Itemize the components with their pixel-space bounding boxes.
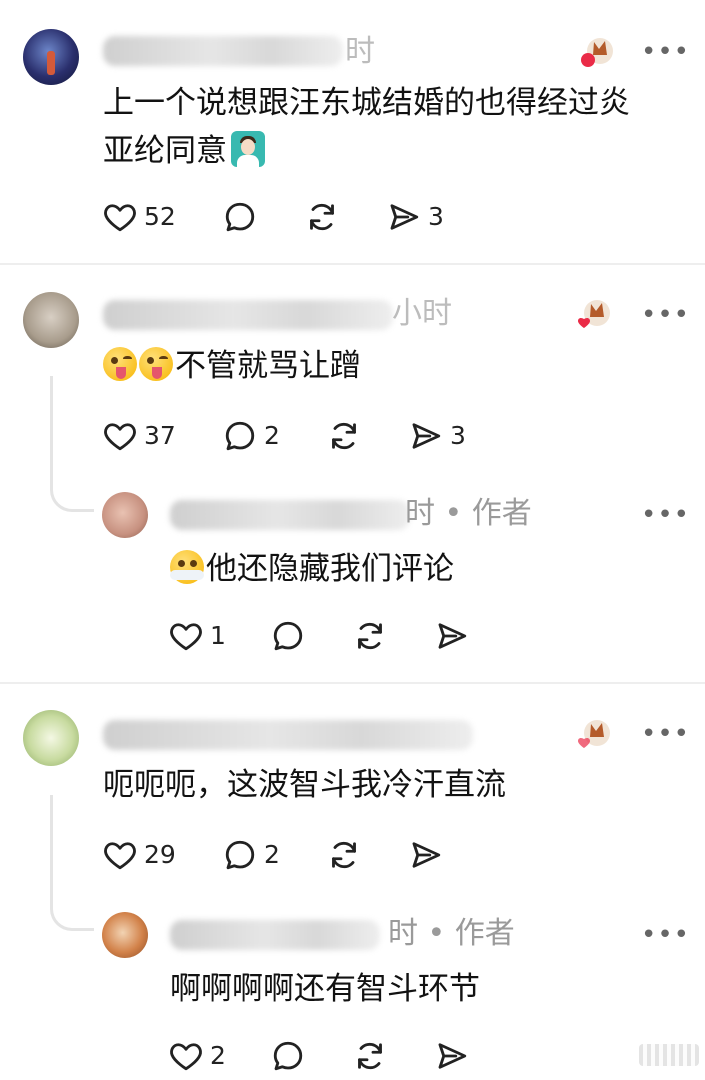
paper-plane-icon <box>408 418 444 454</box>
comment-text: 呃呃呃，这波智斗我冷汗直流 <box>103 767 506 803</box>
comment-text-line-2: 亚纶同意 <box>103 128 265 174</box>
heart-outline-icon <box>168 618 204 654</box>
avatar[interactable] <box>102 492 148 538</box>
like-count: 52 <box>144 202 176 231</box>
share-button[interactable] <box>434 1036 470 1076</box>
repost-button[interactable] <box>304 197 340 237</box>
reply-button[interactable] <box>222 197 258 237</box>
paper-plane-icon <box>434 618 470 654</box>
repost-button[interactable] <box>352 616 388 656</box>
like-button[interactable]: 1 <box>168 616 226 656</box>
share-button[interactable] <box>408 835 444 875</box>
repost-arrows-icon <box>352 1038 388 1074</box>
paper-plane-icon <box>408 837 444 873</box>
paper-plane-icon <box>434 1038 470 1074</box>
divider <box>0 263 705 265</box>
speech-bubble-icon <box>270 1038 306 1074</box>
speech-bubble-icon <box>222 199 258 235</box>
timestamp: 小时 <box>392 296 452 331</box>
more-dots-icon[interactable]: ••• <box>641 39 690 65</box>
more-dots-icon[interactable]: ••• <box>641 502 690 528</box>
share-button[interactable]: 3 <box>408 416 466 456</box>
heart-outline-icon <box>168 1038 204 1074</box>
paper-plane-icon <box>386 199 422 235</box>
like-count: 1 <box>210 621 226 650</box>
share-count: 3 <box>450 421 466 450</box>
liked-by-author-badge-icon <box>578 300 610 328</box>
avatar[interactable] <box>102 912 148 958</box>
repost-button[interactable] <box>326 416 362 456</box>
comment-text: 上一个说想跟汪东城结婚的也得经过炎 <box>103 85 630 121</box>
like-count: 29 <box>144 840 176 869</box>
watermark-blurred <box>639 1044 699 1066</box>
username-blurred[interactable] <box>103 36 343 66</box>
like-count: 2 <box>210 1041 226 1070</box>
like-button[interactable]: 29 <box>102 835 176 875</box>
repost-arrows-icon <box>352 618 388 654</box>
reply-count: 2 <box>264 421 280 450</box>
repost-button[interactable] <box>326 835 362 875</box>
repost-arrows-icon <box>326 418 362 454</box>
reply-button[interactable] <box>270 616 306 656</box>
liked-by-author-badge-icon <box>578 720 610 748</box>
timestamp: 时 <box>345 34 375 69</box>
like-count: 37 <box>144 421 176 450</box>
timestamp: 时 • 作者 <box>388 916 515 951</box>
share-button[interactable]: 3 <box>386 197 444 237</box>
more-dots-icon[interactable]: ••• <box>641 721 690 747</box>
speech-bubble-icon <box>222 837 258 873</box>
reply-button[interactable]: 2 <box>222 416 280 456</box>
username-blurred[interactable] <box>170 920 380 950</box>
avatar[interactable] <box>23 29 79 85</box>
username-blurred[interactable] <box>103 300 393 330</box>
share-count: 3 <box>428 202 444 231</box>
repost-arrows-icon <box>304 199 340 235</box>
like-button[interactable]: 37 <box>102 416 176 456</box>
share-button[interactable] <box>434 616 470 656</box>
like-button[interactable]: 2 <box>168 1036 226 1076</box>
reply-count: 2 <box>264 840 280 869</box>
divider <box>0 682 705 684</box>
thread-connector <box>50 795 94 931</box>
avatar[interactable] <box>23 292 79 348</box>
like-button[interactable]: 52 <box>102 197 176 237</box>
speech-bubble-icon <box>222 418 258 454</box>
comment-text: 啊啊啊啊还有智斗环节 <box>170 971 480 1007</box>
username-blurred[interactable] <box>103 720 473 750</box>
speech-bubble-icon <box>270 618 306 654</box>
avatar[interactable] <box>23 710 79 766</box>
heart-outline-icon <box>102 837 138 873</box>
zany-face-emoji-icon <box>103 347 137 381</box>
zany-face-emoji-icon <box>139 347 173 381</box>
repost-arrows-icon <box>326 837 362 873</box>
heart-outline-icon <box>102 418 138 454</box>
repost-button[interactable] <box>352 1036 388 1076</box>
timestamp: 时 • 作者 <box>405 496 532 531</box>
liked-by-author-badge-icon <box>581 38 613 67</box>
heart-outline-icon <box>102 199 138 235</box>
comment-text: 他还隐藏我们评论 <box>170 546 454 592</box>
more-dots-icon[interactable]: ••• <box>641 302 690 328</box>
username-blurred[interactable] <box>170 500 410 530</box>
steam-from-nose-emoji-icon <box>170 550 204 584</box>
reply-button[interactable]: 2 <box>222 835 280 875</box>
reply-button[interactable] <box>270 1036 306 1076</box>
man-gesturing-ok-emoji-icon <box>231 131 265 167</box>
more-dots-icon[interactable]: ••• <box>641 922 690 948</box>
comment-text: 不管就骂让蹭 <box>103 343 361 389</box>
thread-connector <box>50 376 94 512</box>
